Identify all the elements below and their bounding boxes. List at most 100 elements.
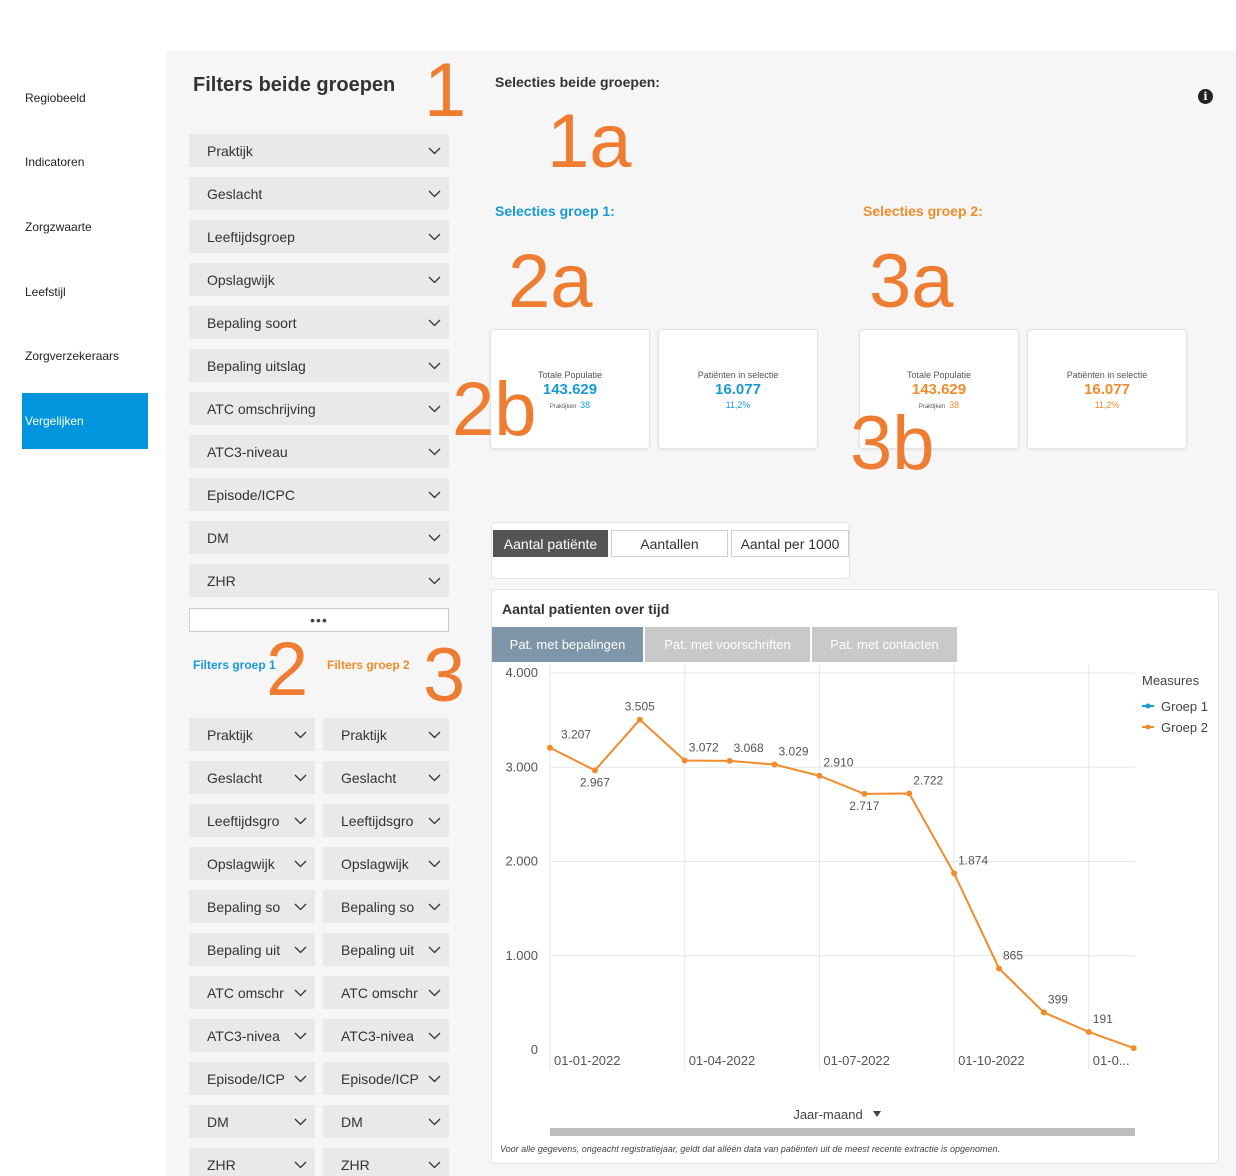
legend-title: Measures: [1142, 673, 1200, 688]
filter-g2-dropdown-zhr[interactable]: ZHR: [323, 1148, 449, 1176]
toggle-aantal-patienten[interactable]: Aantal patiënte: [493, 530, 608, 557]
filter-g1-dropdown-bepaling-uit[interactable]: Bepaling uit: [189, 933, 315, 966]
kpi-value: 16.077: [715, 381, 761, 398]
chevron-down-icon: [419, 448, 449, 456]
dropdown-label: ZHR: [207, 572, 236, 589]
data-point: [636, 716, 643, 723]
dropdown-label: Opslagwijk: [341, 855, 409, 872]
data-point: [906, 790, 913, 797]
line-chart: 0 1.000 2.000 3.000 4.000 01-01-2022 01-04-202…: [505, 665, 1208, 1136]
chevron-down-icon: [285, 1032, 315, 1040]
data-label: 3.072: [689, 740, 719, 754]
filter-g2-dropdown-bepaling-so[interactable]: Bepaling so: [323, 890, 449, 923]
chevron-down-icon: [419, 989, 449, 997]
data-point: [1085, 1028, 1092, 1035]
filter-g2-dropdown-bepaling-uit[interactable]: Bepaling uit: [323, 933, 449, 966]
kpi-value: 143.629: [911, 381, 967, 398]
filter-g2-dropdown-dm[interactable]: DM: [323, 1105, 449, 1138]
dropdown-label: Opslagwijk: [207, 271, 275, 288]
chevron-down-icon: [285, 774, 315, 782]
data-point: [547, 744, 553, 751]
dropdown-label: ATC3-nivea: [207, 1027, 280, 1044]
annotation-2b: 2b: [452, 367, 537, 452]
filter-g1-dropdown-atc3-nivea[interactable]: ATC3-nivea: [189, 1019, 315, 1052]
dropdown-label: ZHR: [207, 1156, 236, 1173]
annotation-3: 3: [423, 633, 466, 718]
data-label: 3.207: [561, 728, 591, 742]
toggle-aantal-per-1000[interactable]: Aantal per 1000: [731, 530, 849, 557]
filter-g1-dropdown-zhr[interactable]: ZHR: [189, 1148, 315, 1176]
kpi-label: Totale Populatie: [906, 370, 972, 380]
data-label: 2.722: [913, 773, 943, 787]
legend-item: Groep 2: [1161, 720, 1208, 735]
chevron-down-icon: [285, 1118, 315, 1126]
kpi-percentage: 11,2%: [725, 400, 751, 410]
chevron-down-icon: [419, 276, 449, 284]
filter-g2-dropdown-atc3-nivea[interactable]: ATC3-nivea: [323, 1019, 449, 1052]
chart-card: Aantal patienten over tijd Pat. met bepa…: [491, 589, 1219, 1164]
sidebar-item-indicatoren[interactable]: Indicatoren: [22, 134, 148, 190]
chevron-down-icon: [419, 577, 449, 585]
filter-g2-dropdown-leeftijdsgro[interactable]: Leeftijdsgro: [323, 804, 449, 837]
sidebar-item-zorgverzekeraars[interactable]: Zorgverzekeraars: [22, 328, 148, 384]
kpi-label: Patiënten in selectie: [697, 370, 779, 380]
dropdown-label: DM: [207, 1113, 229, 1130]
filter-dropdown-bepaling-uitslag[interactable]: Bepaling uitslag: [189, 349, 449, 382]
dropdown-label: Bepaling uit: [341, 941, 415, 958]
chevron-down-icon: [419, 405, 449, 413]
annotation-2: 2: [266, 627, 309, 712]
filter-g1-dropdown-opslagwijk[interactable]: Opslagwijk: [189, 847, 315, 880]
filter-dropdown-atc3-niveau[interactable]: ATC3-niveau: [189, 435, 449, 468]
info-icon[interactable]: i: [1198, 89, 1213, 104]
chevron-down-icon: [419, 817, 449, 825]
filter-g1-dropdown-episode-icp[interactable]: Episode/ICP: [189, 1062, 315, 1095]
chevron-down-icon: [285, 817, 315, 825]
filter-g1-dropdown-atc-omschr[interactable]: ATC omschr: [189, 976, 315, 1009]
data-point: [996, 965, 1002, 972]
filter-dropdown-dm[interactable]: DM: [189, 521, 449, 554]
chevron-down-icon: [419, 534, 449, 542]
filter-dropdown-opslagwijk[interactable]: Opslagwijk: [189, 263, 449, 296]
filter-g1-dropdown-geslacht[interactable]: Geslacht: [189, 761, 315, 794]
filter-g1-dropdown-bepaling-so[interactable]: Bepaling so: [189, 890, 315, 923]
kpi-practices-value: 38: [580, 400, 591, 410]
kpi-practices-value: 38: [949, 400, 960, 410]
sidebar-item-regiobeeld[interactable]: Regiobeeld: [22, 70, 148, 126]
filters-group-2-label: Filters groep 2: [327, 658, 410, 672]
filter-dropdown-episode-icpc[interactable]: Episode/ICPC: [189, 478, 449, 511]
filter-g2-dropdown-geslacht[interactable]: Geslacht: [323, 761, 449, 794]
filter-dropdown-zhr[interactable]: ZHR: [189, 564, 449, 597]
filter-g2-dropdown-opslagwijk[interactable]: Opslagwijk: [323, 847, 449, 880]
filter-dropdown-geslacht[interactable]: Geslacht: [189, 177, 449, 210]
data-point: [1130, 1045, 1137, 1052]
toggle-aantallen[interactable]: Aantallen: [611, 530, 728, 557]
chevron-down-icon: [419, 903, 449, 911]
data-point: [816, 772, 823, 779]
chevron-down-icon: [419, 1118, 449, 1126]
filter-dropdown-bepaling-soort[interactable]: Bepaling soort: [189, 306, 449, 339]
filters-title: Filters beide groepen: [193, 74, 396, 96]
filter-dropdown-leeftijdsgroep[interactable]: Leeftijdsgroep: [189, 220, 449, 253]
chevron-down-icon: [419, 731, 449, 739]
annotation-3a: 3a: [869, 239, 954, 324]
filter-dropdown-atc-omschrijving[interactable]: ATC omschrijving: [189, 392, 449, 425]
dropdown-label: Bepaling so: [341, 898, 415, 915]
filter-g2-dropdown-praktijk[interactable]: Praktijk: [323, 718, 449, 751]
sidebar-item-zorgzwaarte[interactable]: Zorgzwaarte: [22, 199, 148, 255]
kpi-card-patients-selection-group-2: Patiënten in selectie 16.077 11,2%: [1027, 329, 1187, 449]
filter-g1-dropdown-leeftijdsgro[interactable]: Leeftijdsgro: [189, 804, 315, 837]
dropdown-label: Bepaling soort: [207, 314, 297, 331]
data-point: [726, 757, 733, 764]
kpi-value: 16.077: [1084, 381, 1130, 398]
sidebar-item-leefstijl[interactable]: Leefstijl: [22, 264, 148, 320]
more-filters-button[interactable]: •••: [189, 608, 449, 632]
data-point: [771, 761, 778, 768]
filter-g1-dropdown-praktijk[interactable]: Praktijk: [189, 718, 315, 751]
filter-g1-dropdown-dm[interactable]: DM: [189, 1105, 315, 1138]
annotation-2a: 2a: [508, 239, 593, 324]
filter-g2-dropdown-atc-omschr[interactable]: ATC omschr: [323, 976, 449, 1009]
filter-dropdown-praktijk[interactable]: Praktijk: [189, 134, 449, 167]
filter-g2-dropdown-episode-icp[interactable]: Episode/ICP: [323, 1062, 449, 1095]
dropdown-label: Geslacht: [207, 185, 263, 202]
sidebar-item-vergelijken[interactable]: Vergelijken: [22, 393, 148, 449]
